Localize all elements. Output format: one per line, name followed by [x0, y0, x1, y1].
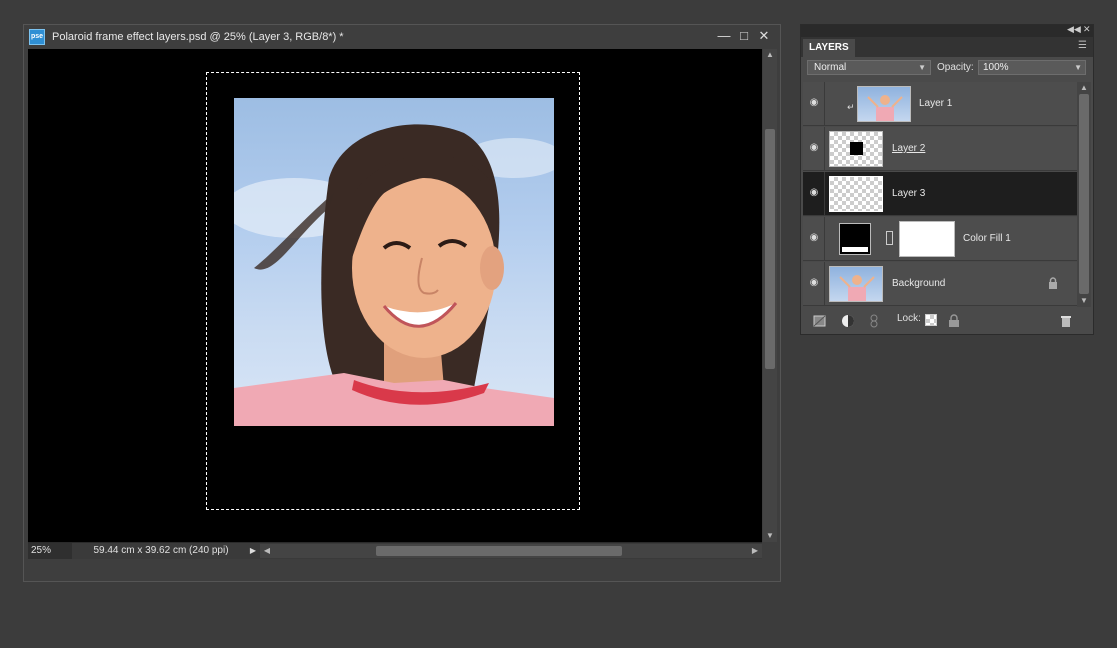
layers-panel: ◀◀ ✕ LAYERS ☰ Normal ▼ Opacity: 100% ▼ ◉…: [800, 24, 1094, 335]
layer-thumbnail[interactable]: [857, 86, 911, 122]
mask-link-icon[interactable]: [886, 231, 893, 245]
fill-indicator-icon: [842, 247, 868, 252]
status-menu-arrow-icon[interactable]: ▶: [246, 545, 260, 557]
layer-row-color-fill-1[interactable]: ◉ Color Fill 1: [803, 217, 1077, 261]
blend-mode-value: Normal: [814, 62, 847, 73]
layer-thumbnail[interactable]: [829, 266, 883, 302]
lock-transparency-icon[interactable]: [925, 314, 937, 326]
visibility-toggle[interactable]: ◉: [803, 127, 825, 171]
chevron-down-icon: ▼: [918, 63, 926, 72]
lock-icon: [1049, 277, 1057, 289]
canvas-photo: [234, 98, 554, 426]
layer-name[interactable]: Color Fill 1: [963, 217, 1011, 261]
photo-thumb-icon: [839, 275, 875, 301]
opacity-value: 100%: [983, 62, 1009, 73]
eye-icon[interactable]: ◉: [808, 143, 820, 153]
fill-thumbnail[interactable]: [839, 223, 871, 255]
layer-name[interactable]: Background: [892, 262, 945, 306]
layers-list: ◉ ↵ Layer 1 ◉ Layer 2 ◉ Layer 3 ◉ Color …: [803, 82, 1077, 307]
opacity-label: Opacity:: [937, 62, 974, 73]
maximize-button[interactable]: □: [736, 28, 752, 44]
document-size: 59.44 cm x 39.62 cm (240 ppi): [93, 545, 229, 556]
layer-row-background[interactable]: ◉ Background: [803, 262, 1077, 306]
panel-strip: ◀◀ ✕: [801, 24, 1093, 37]
scroll-left-icon[interactable]: ◀: [260, 545, 274, 557]
layers-scroll-thumb[interactable]: [1079, 94, 1089, 294]
layer-name[interactable]: Layer 1: [919, 82, 952, 126]
layers-footer: Lock:: [801, 307, 1093, 334]
blend-mode-select[interactable]: Normal ▼: [807, 60, 931, 75]
close-button[interactable]: ✕: [756, 28, 772, 44]
panel-menu-icon[interactable]: ☰: [1078, 40, 1087, 51]
opacity-field[interactable]: 100% ▼: [978, 60, 1086, 75]
status-bar: 25% 59.44 cm x 39.62 cm (240 ppi) ▶ ◀ ▶: [28, 542, 762, 559]
scroll-down-icon[interactable]: ▼: [1077, 295, 1091, 307]
mask-thumbnail[interactable]: [899, 221, 955, 257]
scroll-down-icon[interactable]: ▼: [763, 530, 777, 542]
eye-icon[interactable]: ◉: [808, 233, 820, 243]
vertical-scroll-thumb[interactable]: [765, 129, 775, 369]
close-panel-icon[interactable]: ✕: [1083, 24, 1091, 35]
visibility-toggle[interactable]: ◉: [803, 262, 825, 306]
horizontal-scrollbar[interactable]: ◀ ▶: [260, 544, 762, 558]
eye-icon[interactable]: ◉: [808, 188, 820, 198]
scroll-up-icon[interactable]: ▲: [763, 49, 777, 61]
visibility-toggle[interactable]: ◉: [803, 82, 825, 126]
clipping-arrow-icon: ↵: [847, 102, 855, 112]
document-window: pse Polaroid frame effect layers.psd @ 2…: [23, 24, 781, 582]
canvas[interactable]: [28, 49, 762, 542]
link-layers-icon[interactable]: [867, 314, 881, 328]
layer-row-layer-1[interactable]: ◉ ↵ Layer 1: [803, 82, 1077, 126]
layer-thumbnail[interactable]: [829, 131, 883, 167]
document-title: Polaroid frame effect layers.psd @ 25% (…: [52, 31, 344, 43]
horizontal-scroll-thumb[interactable]: [376, 546, 622, 556]
app-logo-icon: pse: [29, 29, 45, 45]
eye-icon[interactable]: ◉: [808, 98, 820, 108]
collapse-panel-icon[interactable]: ◀◀: [1067, 24, 1081, 35]
photo-thumb-icon: [867, 95, 903, 121]
scroll-up-icon[interactable]: ▲: [1077, 82, 1091, 94]
layer-row-layer-3[interactable]: ◉ Layer 3: [803, 172, 1077, 216]
tab-layers[interactable]: LAYERS: [803, 39, 855, 57]
scroll-right-icon[interactable]: ▶: [748, 545, 762, 557]
trash-icon[interactable]: [1059, 314, 1073, 328]
layer-name[interactable]: Layer 2: [892, 127, 925, 171]
lock-all-icon[interactable]: [947, 314, 961, 328]
layer-thumbnail[interactable]: [829, 176, 883, 212]
portrait-image: [234, 124, 554, 426]
vertical-scrollbar[interactable]: ▲ ▼: [763, 49, 777, 542]
black-square-icon: [850, 142, 863, 155]
visibility-toggle[interactable]: ◉: [803, 172, 825, 216]
layer-row-layer-2[interactable]: ◉ Layer 2: [803, 127, 1077, 171]
adjustment-layer-icon[interactable]: [841, 314, 855, 328]
lock-label: Lock:: [897, 313, 921, 324]
minimize-button[interactable]: —: [716, 28, 732, 44]
chevron-down-icon[interactable]: ▼: [1074, 61, 1082, 74]
document-titlebar[interactable]: pse Polaroid frame effect layers.psd @ 2…: [24, 25, 780, 49]
layer-name[interactable]: Layer 3: [892, 172, 925, 216]
eye-icon[interactable]: ◉: [808, 278, 820, 288]
zoom-level[interactable]: 25%: [28, 543, 72, 559]
panel-tab-row: LAYERS ☰: [801, 37, 1093, 57]
visibility-toggle[interactable]: ◉: [803, 217, 825, 261]
new-layer-icon[interactable]: [813, 314, 827, 328]
layers-scrollbar[interactable]: ▲ ▼: [1077, 82, 1091, 307]
